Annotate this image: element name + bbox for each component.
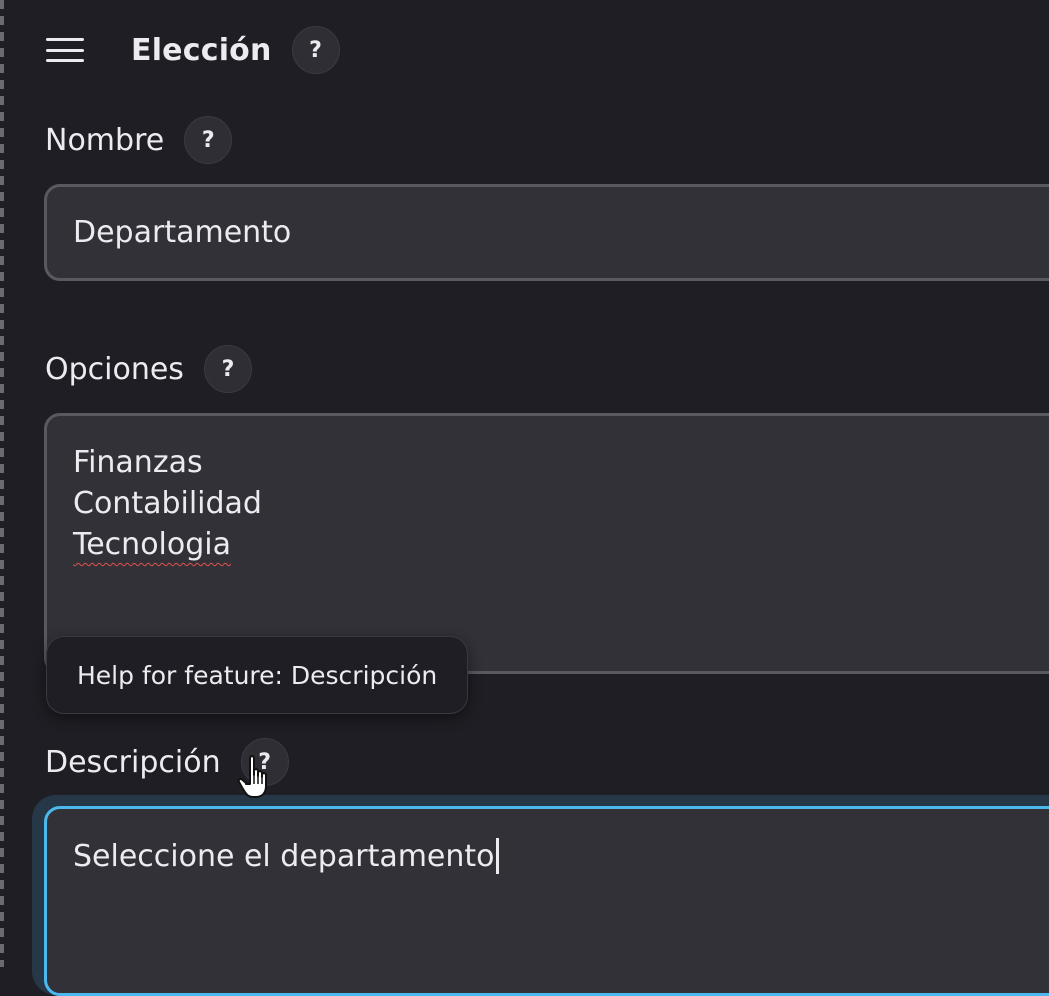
name-help-button[interactable]: ? [184, 116, 233, 164]
hamburger-menu-icon[interactable] [46, 38, 84, 62]
options-label: Opciones [45, 351, 184, 387]
pointer-hand-icon [237, 755, 267, 798]
text-caret [495, 838, 499, 874]
options-textarea[interactable]: Finanzas Contabilidad Tecnologia [44, 413, 1049, 674]
description-value: Seleccione el departamento [73, 839, 495, 874]
left-dashed-border [0, 0, 4, 967]
name-input-value: Departamento [73, 215, 292, 250]
option-line: Tecnologia [73, 524, 1045, 565]
tooltip-text: Help for feature: Descripción [77, 660, 438, 690]
header: Elección ? [46, 26, 340, 74]
description-textarea[interactable]: Seleccione el departamento [44, 806, 1049, 996]
help-tooltip: Help for feature: Descripción [46, 636, 469, 714]
name-label: Nombre [45, 122, 165, 158]
options-label-row: Opciones ? [45, 345, 252, 393]
options-help-button[interactable]: ? [203, 345, 252, 393]
name-input[interactable]: Departamento [44, 184, 1049, 281]
name-label-row: Nombre ? [45, 116, 233, 164]
option-line: Finanzas [73, 445, 203, 480]
description-label: Descripción [45, 744, 221, 780]
page-title: Elección [131, 32, 272, 68]
title-help-button[interactable]: ? [291, 26, 340, 74]
option-line: Contabilidad [73, 486, 262, 521]
spellcheck-word: Tecnologia [73, 527, 231, 562]
